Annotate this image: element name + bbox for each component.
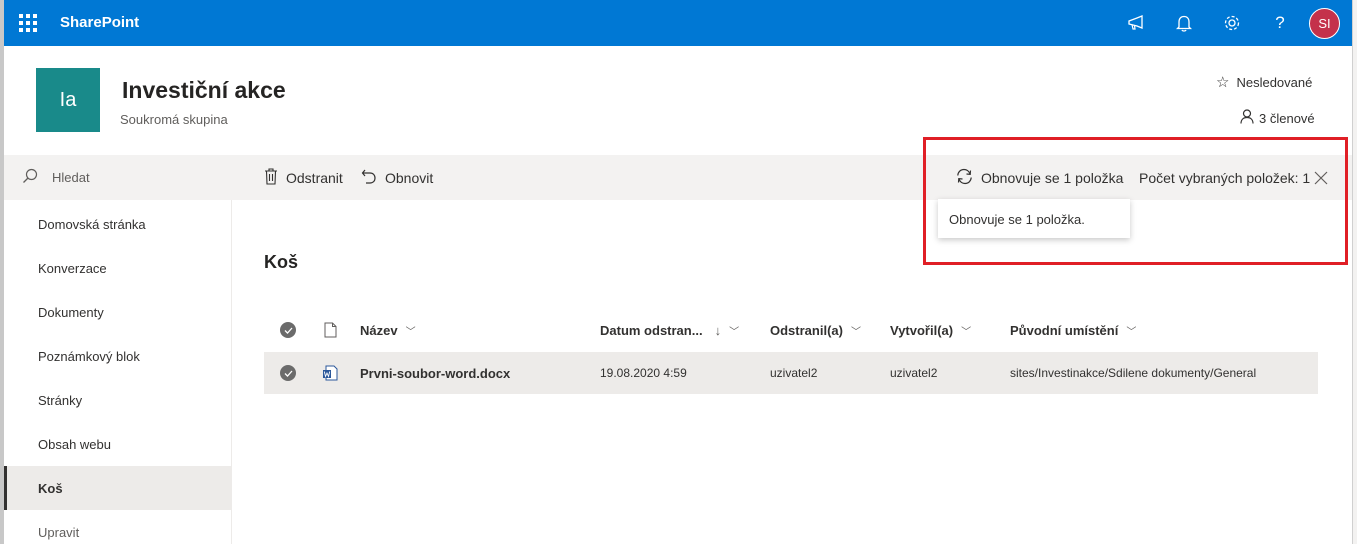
chevron-down-icon: ﹀ <box>961 326 972 338</box>
check-icon <box>280 365 296 381</box>
delete-label: Odstranit <box>286 169 343 186</box>
search-input[interactable]: Hledat <box>52 170 90 185</box>
column-header-name[interactable]: Název ﹀ <box>360 310 416 350</box>
selected-count-label: Počet vybraných položek: 1 <box>1139 169 1311 186</box>
nav-item-notebook[interactable]: Poznámkový blok <box>4 334 232 378</box>
members-button[interactable]: 3 členové <box>1240 109 1315 127</box>
nav-item-site-contents[interactable]: Obsah webu <box>4 422 232 466</box>
file-type-column-icon[interactable] <box>324 310 337 350</box>
column-label-deleted-date: Datum odstran... <box>600 322 703 338</box>
sync-icon <box>956 168 973 188</box>
site-logo[interactable]: Ia <box>36 68 100 132</box>
left-navigation: Domovská stránka Konverzace Dokumenty Po… <box>4 200 232 544</box>
bell-icon[interactable] <box>1172 11 1196 35</box>
created-by-cell: uzivatel2 <box>890 366 938 380</box>
help-icon[interactable]: ? <box>1268 11 1292 35</box>
megaphone-icon[interactable] <box>1124 11 1148 35</box>
follow-label: Nesledované <box>1236 74 1313 90</box>
deleted-date-cell: 19.08.2020 4:59 <box>600 366 687 380</box>
page-title: Koš <box>264 252 299 272</box>
column-header-deleted-date[interactable]: Datum odstran... ↓ ﹀ <box>600 310 739 350</box>
original-location-cell: sites/Investinakce/Sdilene dokumenty/Gen… <box>1010 366 1257 380</box>
trash-icon <box>264 167 278 188</box>
search-box[interactable]: Hledat <box>4 155 232 200</box>
waffle-icon[interactable] <box>17 12 39 34</box>
chevron-down-icon: ﹀ <box>729 326 740 338</box>
nav-item-home[interactable]: Domovská stránka <box>4 202 232 246</box>
nav-edit-link[interactable]: Upravit <box>4 510 232 544</box>
gear-icon[interactable] <box>1220 11 1244 35</box>
scrollbar-track[interactable] <box>1352 0 1357 544</box>
restore-status: Obnovuje se 1 položka <box>956 155 1123 200</box>
deleted-by-cell: uzivatel2 <box>770 366 818 380</box>
selected-count: Počet vybraných položek: 1 <box>1139 155 1310 200</box>
nav-item-documents[interactable]: Dokumenty <box>4 290 232 334</box>
app-title[interactable]: SharePoint <box>60 14 139 31</box>
column-header-deleted-by[interactable]: Odstranil(a) ﹀ <box>770 310 861 350</box>
tooltip-text: Obnovuje se 1 položka. <box>949 212 1085 227</box>
column-label-created-by: Vytvořil(a) <box>890 322 954 338</box>
person-icon <box>1240 109 1254 127</box>
chevron-down-icon: ﹀ <box>850 326 861 338</box>
site-title[interactable]: Investiční akce <box>122 77 286 104</box>
star-icon: ☆ <box>1216 74 1230 91</box>
site-subtitle: Soukromá skupina <box>120 112 228 127</box>
column-label-original-location: Původní umístění <box>1010 322 1119 338</box>
nav-item-conversations[interactable]: Konverzace <box>4 246 232 290</box>
restore-label: Obnovit <box>385 169 434 186</box>
word-file-icon <box>322 352 338 394</box>
restore-button[interactable]: Obnovit <box>361 155 433 200</box>
column-label-deleted-by: Odstranil(a) <box>770 322 843 338</box>
chevron-down-icon: ﹀ <box>405 326 416 338</box>
suite-bar: SharePoint ? SI <box>4 0 1352 46</box>
column-header-original-location[interactable]: Původní umístění ﹀ <box>1010 310 1136 350</box>
delete-button[interactable]: Odstranit <box>264 155 343 200</box>
follow-button[interactable]: ☆ Nesledované <box>1216 73 1312 91</box>
nav-item-recycle-bin[interactable]: Koš <box>4 466 232 510</box>
check-icon <box>280 322 296 338</box>
column-header-created-by[interactable]: Vytvořil(a) ﹀ <box>890 310 971 350</box>
restore-status-label: Obnovuje se 1 položka <box>981 169 1124 186</box>
table-row[interactable]: Prvni-soubor-word.docx 19.08.2020 4:59 u… <box>264 352 1318 394</box>
column-label-name: Název <box>360 322 398 338</box>
sort-down-icon: ↓ <box>714 322 722 338</box>
members-label: 3 členové <box>1259 110 1315 126</box>
select-all-checkbox[interactable] <box>280 310 296 350</box>
list-header: Název ﹀ Datum odstran... ↓ ﹀ Odstranil(a… <box>264 310 1318 350</box>
undo-icon <box>361 168 377 187</box>
nav-item-pages[interactable]: Stránky <box>4 378 232 422</box>
avatar[interactable]: SI <box>1309 8 1340 39</box>
restore-tooltip: Obnovuje se 1 položka. <box>938 199 1130 238</box>
search-icon <box>22 168 38 187</box>
row-checkbox[interactable] <box>280 352 296 394</box>
chevron-down-icon: ﹀ <box>1126 326 1137 338</box>
file-name-link[interactable]: Prvni-soubor-word.docx <box>360 352 510 394</box>
close-icon[interactable] <box>1314 155 1328 200</box>
